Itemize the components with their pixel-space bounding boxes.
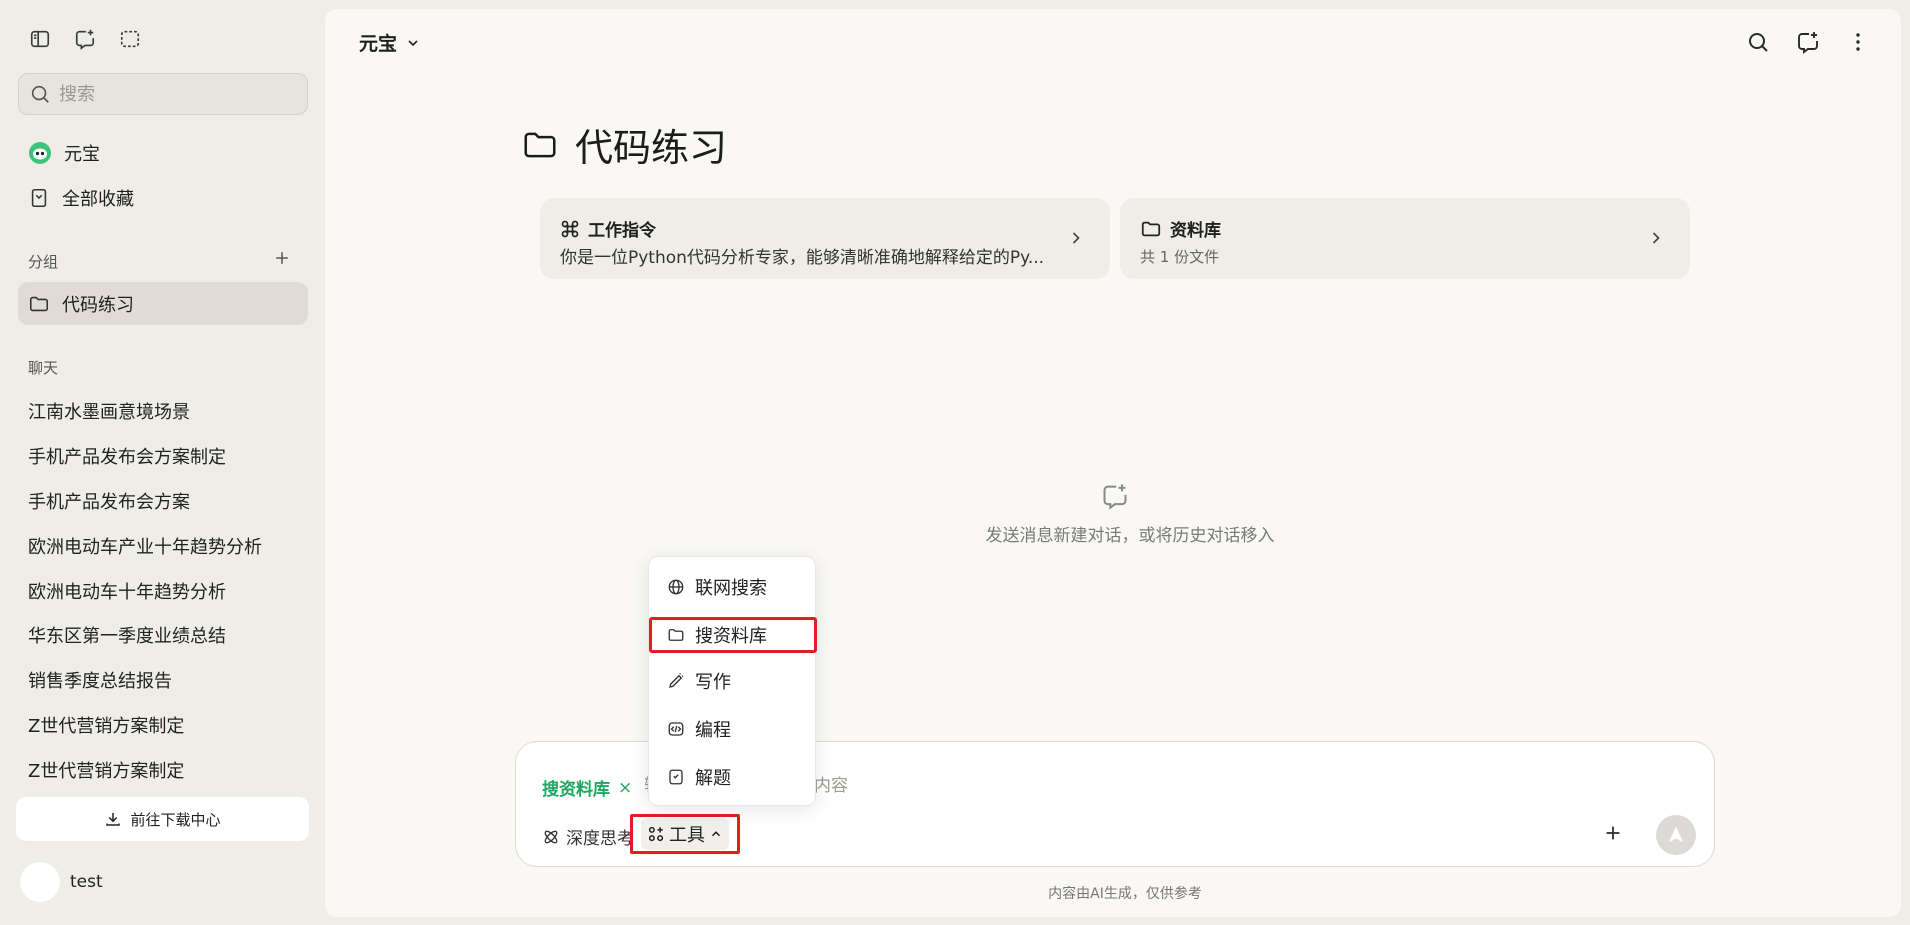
empty-state-hint: 发送消息新建对话，或将历史对话移入 [985,526,1275,546]
chevron-up-icon [709,827,723,841]
folder-icon [521,126,559,164]
atom-icon [542,828,560,846]
menu-item-writing[interactable]: 写作 [649,663,817,699]
menu-item-label: 联网搜索 [695,578,767,599]
menu-item-problem-solving[interactable]: 解题 [649,759,817,795]
chats-section-title: 聊天 [28,359,59,377]
chat-list-item[interactable]: 手机产品发布会方案制定 [28,443,226,469]
new-chat-icon [1101,482,1129,510]
chevron-right-icon [1066,228,1086,248]
toggle-sidebar-icon[interactable] [27,26,53,52]
add-group-icon[interactable] [272,248,294,270]
menu-item-label: 搜资料库 [695,626,767,647]
folder-icon [28,293,50,315]
menu-item-search-knowledge-base[interactable]: 搜资料库 [649,617,817,653]
card-subtitle: 共 1 份文件 [1140,248,1220,266]
chat-list-item[interactable]: 华东区第一季度业绩总结 [28,622,226,648]
model-selector[interactable]: 元宝 [359,29,421,56]
menu-item-label: 解题 [695,768,731,789]
search-icon[interactable] [1743,27,1773,57]
card-subtitle: 你是一位Python代码分析专家，能够清晰准确地解释给定的Py... [560,248,1045,268]
download-icon [104,810,122,828]
chevron-down-icon [397,35,421,51]
download-center-button[interactable]: 前往下载中心 [16,797,309,841]
groups-section-title: 分组 [28,253,59,271]
sidebar-item-label: 全部收藏 [62,189,134,210]
deep-think-label: 深度思考 [566,829,634,849]
screenshot-icon[interactable] [117,26,143,52]
chat-list-item[interactable]: 欧洲电动车十年趋势分析 [28,578,226,604]
chat-list-item[interactable]: 销售季度总结报告 [28,667,172,693]
ai-disclaimer: 内容由AI生成，仅供参考 [1048,886,1202,902]
sidebar-item-favorites[interactable]: 全部收藏 [18,178,308,218]
pen-icon [667,672,685,690]
chat-list-item[interactable]: 欧洲电动车产业十年趋势分析 [28,533,262,559]
tools-dropdown-menu: 联网搜索 搜资料库 写作 编程 解题 [648,556,817,806]
chat-list-item[interactable]: 江南水墨画意境场景 [28,398,190,424]
tag-label: 搜资料库 [542,780,610,800]
card-title-row: 资料库 [1140,216,1221,241]
menu-item-web-search[interactable]: 联网搜索 [649,569,817,605]
download-center-label: 前往下载中心 [130,810,221,829]
user-name: test [70,872,103,892]
code-icon [667,720,685,738]
chevron-right-icon [1646,228,1666,248]
send-arrow-icon [1665,824,1687,846]
tools-button[interactable]: 工具 [630,814,740,854]
chat-list-item[interactable]: Z世代营销方案制定 [28,757,184,783]
more-options-icon[interactable] [1843,27,1873,57]
tools-label: 工具 [669,825,705,846]
send-button[interactable] [1656,815,1696,855]
globe-icon [667,578,685,596]
sidebar-item-label: 元宝 [64,144,100,165]
close-icon[interactable]: × [618,778,632,798]
menu-item-label: 编程 [695,720,731,741]
chat-list-item[interactable]: Z世代营销方案制定 [28,712,184,738]
knowledge-search-tag: 搜资料库 × [542,775,632,801]
search-box[interactable] [18,73,308,115]
chat-list-item[interactable]: 手机产品发布会方案 [28,488,190,514]
page-title-row: 代码练习 [521,117,727,172]
avatar[interactable] [20,862,60,902]
new-chat-icon[interactable] [1793,27,1823,57]
model-label: 元宝 [359,33,398,55]
search-input[interactable] [59,83,299,105]
work-instruction-card[interactable]: 工作指令 你是一位Python代码分析专家，能够清晰准确地解释给定的Py... [540,198,1110,279]
bookmark-icon [28,187,50,209]
sidebar-item-yuanbao[interactable]: 元宝 [18,133,308,173]
add-attachment-icon[interactable] [1602,822,1624,844]
check-square-icon [667,768,685,786]
main-panel: 元宝 代码练习 工作指令 你是一位Python代码分析专家，能够清晰准确地解释给… [325,9,1901,917]
knowledge-base-card[interactable]: 资料库 共 1 份文件 [1120,198,1690,279]
yuanbao-logo-icon [28,141,52,165]
menu-item-coding[interactable]: 编程 [649,711,817,747]
sidebar: 元宝 全部收藏 分组 代码练习 聊天 江南水墨画意境场景 手机产品发布会方案制定… [0,0,325,925]
search-icon [29,83,51,105]
card-title: 工作指令 [588,221,656,241]
folder-icon [667,626,685,644]
card-title-row: 工作指令 [560,216,656,241]
sidebar-group-code-practice[interactable]: 代码练习 [18,282,308,325]
new-chat-icon[interactable] [72,26,98,52]
folder-icon [1140,218,1162,240]
menu-item-label: 写作 [695,672,731,693]
command-icon [560,219,580,239]
tools-grid-icon [647,825,665,843]
card-title: 资料库 [1170,221,1221,241]
sidebar-group-label: 代码练习 [62,294,134,316]
deep-think-toggle[interactable]: 深度思考 [542,824,634,849]
page-title: 代码练习 [575,126,728,170]
